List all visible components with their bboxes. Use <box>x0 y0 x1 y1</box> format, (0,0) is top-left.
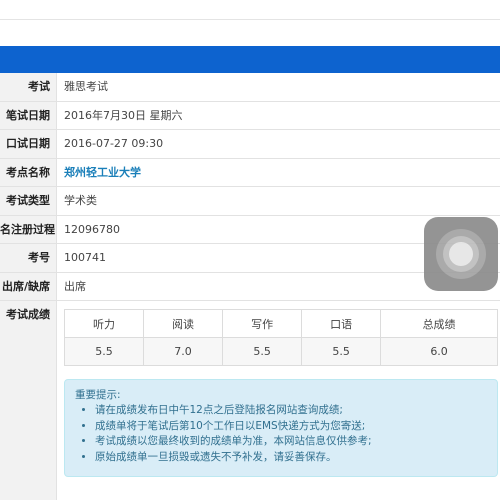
header-writing: 写作 <box>222 309 303 338</box>
header-listening: 听力 <box>63 309 145 338</box>
row-value: 12096780 <box>64 222 120 236</box>
notice-list: 请在成绩发布日中午12点之后登陆报名网站查询成绩; 成绩单将于笔试后第10个工作… <box>95 403 487 465</box>
top-bar <box>0 0 500 20</box>
notice-title: 重要提示: <box>75 389 121 401</box>
notice-item: 成绩单将于笔试后第10个工作日以EMS快递方式为您寄送; <box>95 419 487 435</box>
notice-item: 请在成绩发布日中午12点之后登陆报名网站查询成绩; <box>95 403 487 419</box>
row-value: 学术类 <box>64 194 97 207</box>
score-writing: 5.5 <box>222 337 303 366</box>
row-label: 考试类型 <box>0 187 57 215</box>
score-reading: 7.0 <box>143 337 224 366</box>
score-speaking: 5.5 <box>301 337 382 366</box>
header-reading: 阅读 <box>143 309 224 338</box>
score-table: 听力 阅读 写作 口语 总成绩 5.5 7.0 5.5 5.5 6.0 <box>63 309 498 366</box>
row-value: 雅思考试 <box>64 80 108 93</box>
score-section: 考试成绩 听力 阅读 写作 口语 总成绩 5.5 7.0 5.5 5.5 6.0… <box>0 301 500 500</box>
row-value: 2016-07-27 09:30 <box>64 137 164 150</box>
notice-box: 重要提示: 请在成绩发布日中午12点之后登陆报名网站查询成绩; 成绩单将于笔试后… <box>64 379 498 477</box>
row-label: 出席/缺席 <box>0 272 57 300</box>
notice-item: 原始成绩单一旦损毁或遗失不予补发，请妥善保存。 <box>95 450 487 466</box>
test-center-link[interactable]: 郑州轻工业大学 <box>64 159 141 187</box>
row-value: 出席 <box>64 279 86 293</box>
row-label: 口试日期 <box>0 130 57 158</box>
header-speaking: 口语 <box>301 309 382 338</box>
row-written-date: 笔试日期 2016年7月30日 星期六 <box>0 101 500 130</box>
row-label: 考点名称 <box>0 158 57 186</box>
score-overall: 6.0 <box>380 337 498 366</box>
row-label: 名注册过程) <box>0 215 57 243</box>
row-label: 考试 <box>0 73 57 101</box>
score-label: 考试成绩 <box>0 301 57 500</box>
score-listening: 5.5 <box>63 337 145 366</box>
assistive-touch-icon[interactable] <box>424 217 498 291</box>
row-label: 笔试日期 <box>0 101 57 129</box>
row-value: 100741 <box>64 251 106 264</box>
row-test-center: 考点名称 郑州轻工业大学 <box>0 158 500 187</box>
row-exam: 考试 雅思考试 <box>0 73 500 102</box>
header-overall: 总成绩 <box>380 309 498 338</box>
row-label: 考号 <box>0 244 57 272</box>
notice-item: 考试成绩以您最终收到的成绩单为准，本网站信息仅供参考; <box>95 434 487 450</box>
score-value-row: 5.5 7.0 5.5 5.5 6.0 <box>63 337 498 366</box>
header-bar <box>0 46 500 73</box>
row-exam-type: 考试类型 学术类 <box>0 187 500 216</box>
row-speaking-date: 口试日期 2016-07-27 09:30 <box>0 130 500 159</box>
row-value: 2016年7月30日 星期六 <box>64 108 183 122</box>
assistive-ring-inner <box>449 242 473 266</box>
score-header-row: 听力 阅读 写作 口语 总成绩 <box>63 309 498 338</box>
